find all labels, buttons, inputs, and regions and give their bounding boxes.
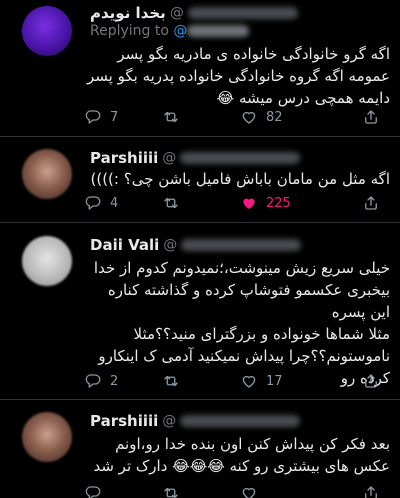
avatar[interactable] bbox=[22, 412, 72, 462]
tweet-4[interactable]: Parshiiii @ بعد فکر کن پیداش کنن اون بند… bbox=[0, 400, 400, 498]
share-icon bbox=[362, 372, 380, 390]
tweet-3[interactable]: Daii Vali @ خیلی سریع زیش مینوشت،؛نمیدون… bbox=[0, 223, 400, 400]
heart-icon bbox=[240, 194, 258, 212]
avatar[interactable] bbox=[22, 149, 72, 199]
retweet-icon bbox=[162, 484, 180, 498]
tweet-header: Parshiiii @ bbox=[90, 411, 392, 431]
share-button[interactable] bbox=[362, 484, 380, 498]
share-icon bbox=[362, 484, 380, 498]
replying-to: Replying to @ bbox=[90, 23, 250, 39]
retweet-button[interactable] bbox=[162, 194, 240, 212]
replying-label: Replying to bbox=[90, 23, 174, 39]
blurred-handle bbox=[187, 7, 298, 19]
blurred-handle bbox=[180, 152, 301, 164]
blurred-replying-handle bbox=[187, 25, 250, 37]
tweet-header: Parshiiii @ bbox=[90, 148, 392, 168]
share-button[interactable] bbox=[362, 108, 380, 126]
reply-button[interactable] bbox=[84, 484, 162, 498]
avatar[interactable] bbox=[22, 6, 72, 56]
blurred-handle bbox=[181, 239, 302, 251]
tweet-2[interactable]: Parshiiii @ اگه مثل من مامان باباش فامیل… bbox=[0, 137, 400, 223]
reply-button[interactable]: 2 bbox=[84, 372, 162, 390]
tweet-1[interactable]: بخدا نویدم @ Replying to @ اگه گرو خانوا… bbox=[0, 0, 400, 137]
tweet-text: اگه گرو خانوادگی خانواده ی مادریه بگو پس… bbox=[87, 45, 390, 107]
handle[interactable]: @ bbox=[163, 237, 177, 253]
like-count: 17 bbox=[266, 373, 283, 389]
display-name[interactable]: Parshiiii bbox=[90, 412, 158, 430]
like-button[interactable]: 82 bbox=[240, 108, 318, 126]
display-name[interactable]: بخدا نویدم bbox=[90, 4, 166, 22]
blurred-handle bbox=[180, 415, 301, 427]
like-button[interactable] bbox=[240, 484, 318, 498]
handle[interactable]: @ bbox=[162, 150, 176, 166]
tweet-actions: 4 225 bbox=[84, 192, 380, 214]
reply-count: 7 bbox=[110, 109, 119, 125]
retweet-icon bbox=[162, 108, 180, 126]
share-button[interactable] bbox=[362, 194, 380, 212]
tweet-header: بخدا نویدم @ bbox=[90, 3, 392, 23]
retweet-button[interactable] bbox=[162, 372, 240, 390]
like-count: 225 bbox=[266, 195, 291, 211]
like-button[interactable]: 225 bbox=[240, 194, 318, 212]
replying-handle[interactable]: @ bbox=[173, 23, 187, 39]
retweet-icon bbox=[162, 194, 180, 212]
heart-icon bbox=[240, 484, 258, 498]
handle[interactable]: @ bbox=[162, 413, 176, 429]
reply-icon bbox=[84, 484, 102, 498]
tweet-header: Daii Vali @ bbox=[90, 235, 392, 255]
handle[interactable]: @ bbox=[170, 5, 184, 21]
tweet-text: بعد فکر کن پیداش کنن اون بنده خدا رو،اون… bbox=[93, 435, 390, 475]
heart-icon bbox=[240, 108, 258, 126]
tweet-actions: 2 17 bbox=[84, 370, 380, 392]
reply-icon bbox=[84, 194, 102, 212]
retweet-button[interactable] bbox=[162, 484, 240, 498]
retweet-button[interactable] bbox=[162, 108, 240, 126]
share-icon bbox=[362, 194, 380, 212]
avatar[interactable] bbox=[22, 236, 72, 286]
reply-button[interactable]: 7 bbox=[84, 108, 162, 126]
tweet-actions: 7 82 bbox=[84, 106, 380, 128]
reply-count: 4 bbox=[110, 195, 119, 211]
tweet-actions bbox=[84, 482, 380, 498]
retweet-icon bbox=[162, 372, 180, 390]
reply-button[interactable]: 4 bbox=[84, 194, 162, 212]
reply-icon bbox=[84, 108, 102, 126]
tweet-text: اگه مثل من مامان باباش فامیل باشن چی؟ :)… bbox=[90, 170, 391, 188]
display-name[interactable]: Daii Vali bbox=[90, 236, 159, 254]
display-name[interactable]: Parshiiii bbox=[90, 149, 158, 167]
heart-icon bbox=[240, 372, 258, 390]
like-count: 82 bbox=[266, 109, 283, 125]
share-button[interactable] bbox=[362, 372, 380, 390]
share-icon bbox=[362, 108, 380, 126]
like-button[interactable]: 17 bbox=[240, 372, 318, 390]
reply-icon bbox=[84, 372, 102, 390]
reply-count: 2 bbox=[110, 373, 119, 389]
